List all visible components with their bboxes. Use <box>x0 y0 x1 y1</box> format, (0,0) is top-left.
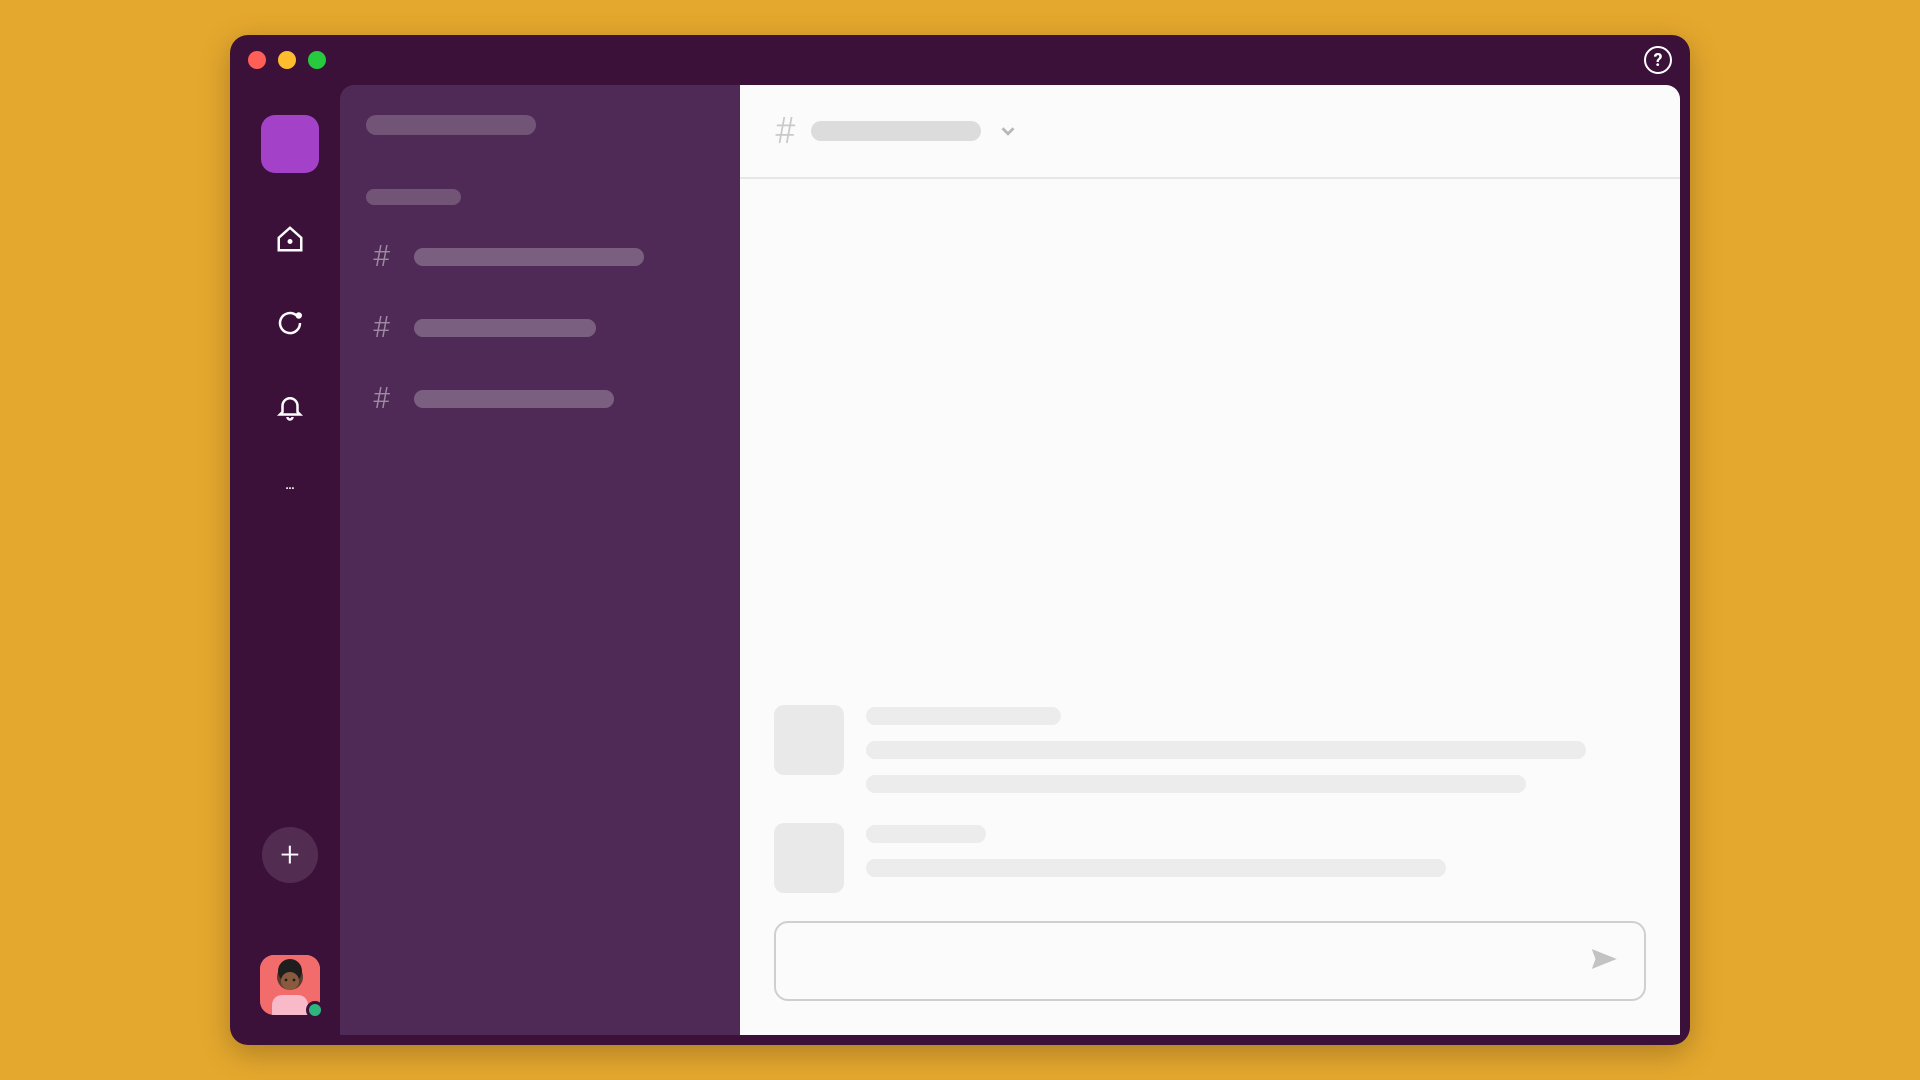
send-button[interactable] <box>1582 938 1624 984</box>
bell-icon <box>275 392 305 422</box>
channels-section-label[interactable] <box>366 189 461 205</box>
hash-icon: # <box>370 310 392 345</box>
message-avatar[interactable] <box>774 823 844 893</box>
message-body <box>866 705 1646 793</box>
nav-activity[interactable] <box>272 389 308 425</box>
message-body <box>866 823 1646 893</box>
channel-name-placeholder <box>414 248 644 266</box>
channel-item[interactable]: # <box>366 375 714 422</box>
message <box>774 823 1646 893</box>
message-line-placeholder <box>866 859 1446 877</box>
workspace-tile[interactable] <box>261 115 319 173</box>
message-author-placeholder <box>866 707 1061 725</box>
message-line-placeholder <box>866 741 1586 759</box>
message <box>774 705 1646 793</box>
main-pane: # <box>740 85 1680 1035</box>
composer-area <box>740 921 1680 1035</box>
message-avatar[interactable] <box>774 705 844 775</box>
nav-home[interactable] <box>272 221 308 257</box>
window-controls <box>248 51 326 69</box>
app-window: ? <box>230 35 1690 1045</box>
user-avatar-button[interactable] <box>260 955 320 1015</box>
nav-rail: + <box>240 85 340 1035</box>
hash-icon: # <box>774 110 795 152</box>
message-author-placeholder <box>866 825 986 843</box>
hash-icon: # <box>370 239 392 274</box>
maximize-window-button[interactable] <box>308 51 326 69</box>
close-window-button[interactable] <box>248 51 266 69</box>
minimize-window-button[interactable] <box>278 51 296 69</box>
channel-name <box>811 121 981 141</box>
create-new-button[interactable]: + <box>262 827 318 883</box>
nav-dms[interactable] <box>272 305 308 341</box>
channel-sidebar: # # # <box>340 85 740 1035</box>
plus-icon: + <box>280 835 299 875</box>
message-line-placeholder <box>866 775 1526 793</box>
channels-section: # # # <box>366 189 714 422</box>
chevron-down-icon <box>997 120 1019 142</box>
channel-header[interactable]: # <box>740 85 1680 179</box>
message-composer[interactable] <box>774 921 1646 1001</box>
send-icon <box>1588 944 1618 974</box>
help-button[interactable]: ? <box>1644 46 1672 74</box>
chat-icon <box>275 308 305 338</box>
presence-indicator <box>306 1001 324 1019</box>
titlebar: ? <box>230 35 1690 85</box>
message-list <box>740 179 1680 921</box>
channel-name-placeholder <box>414 390 614 408</box>
channel-item[interactable]: # <box>366 233 714 280</box>
workspace-name[interactable] <box>366 115 536 135</box>
home-icon <box>275 224 305 254</box>
channel-name-placeholder <box>414 319 596 337</box>
app-body: + <box>230 85 1690 1045</box>
hash-icon: # <box>370 381 392 416</box>
channel-item[interactable]: # <box>366 304 714 351</box>
help-icon: ? <box>1654 50 1663 71</box>
nav-more[interactable] <box>272 473 308 509</box>
message-input[interactable] <box>796 951 1582 972</box>
more-icon <box>275 486 305 496</box>
